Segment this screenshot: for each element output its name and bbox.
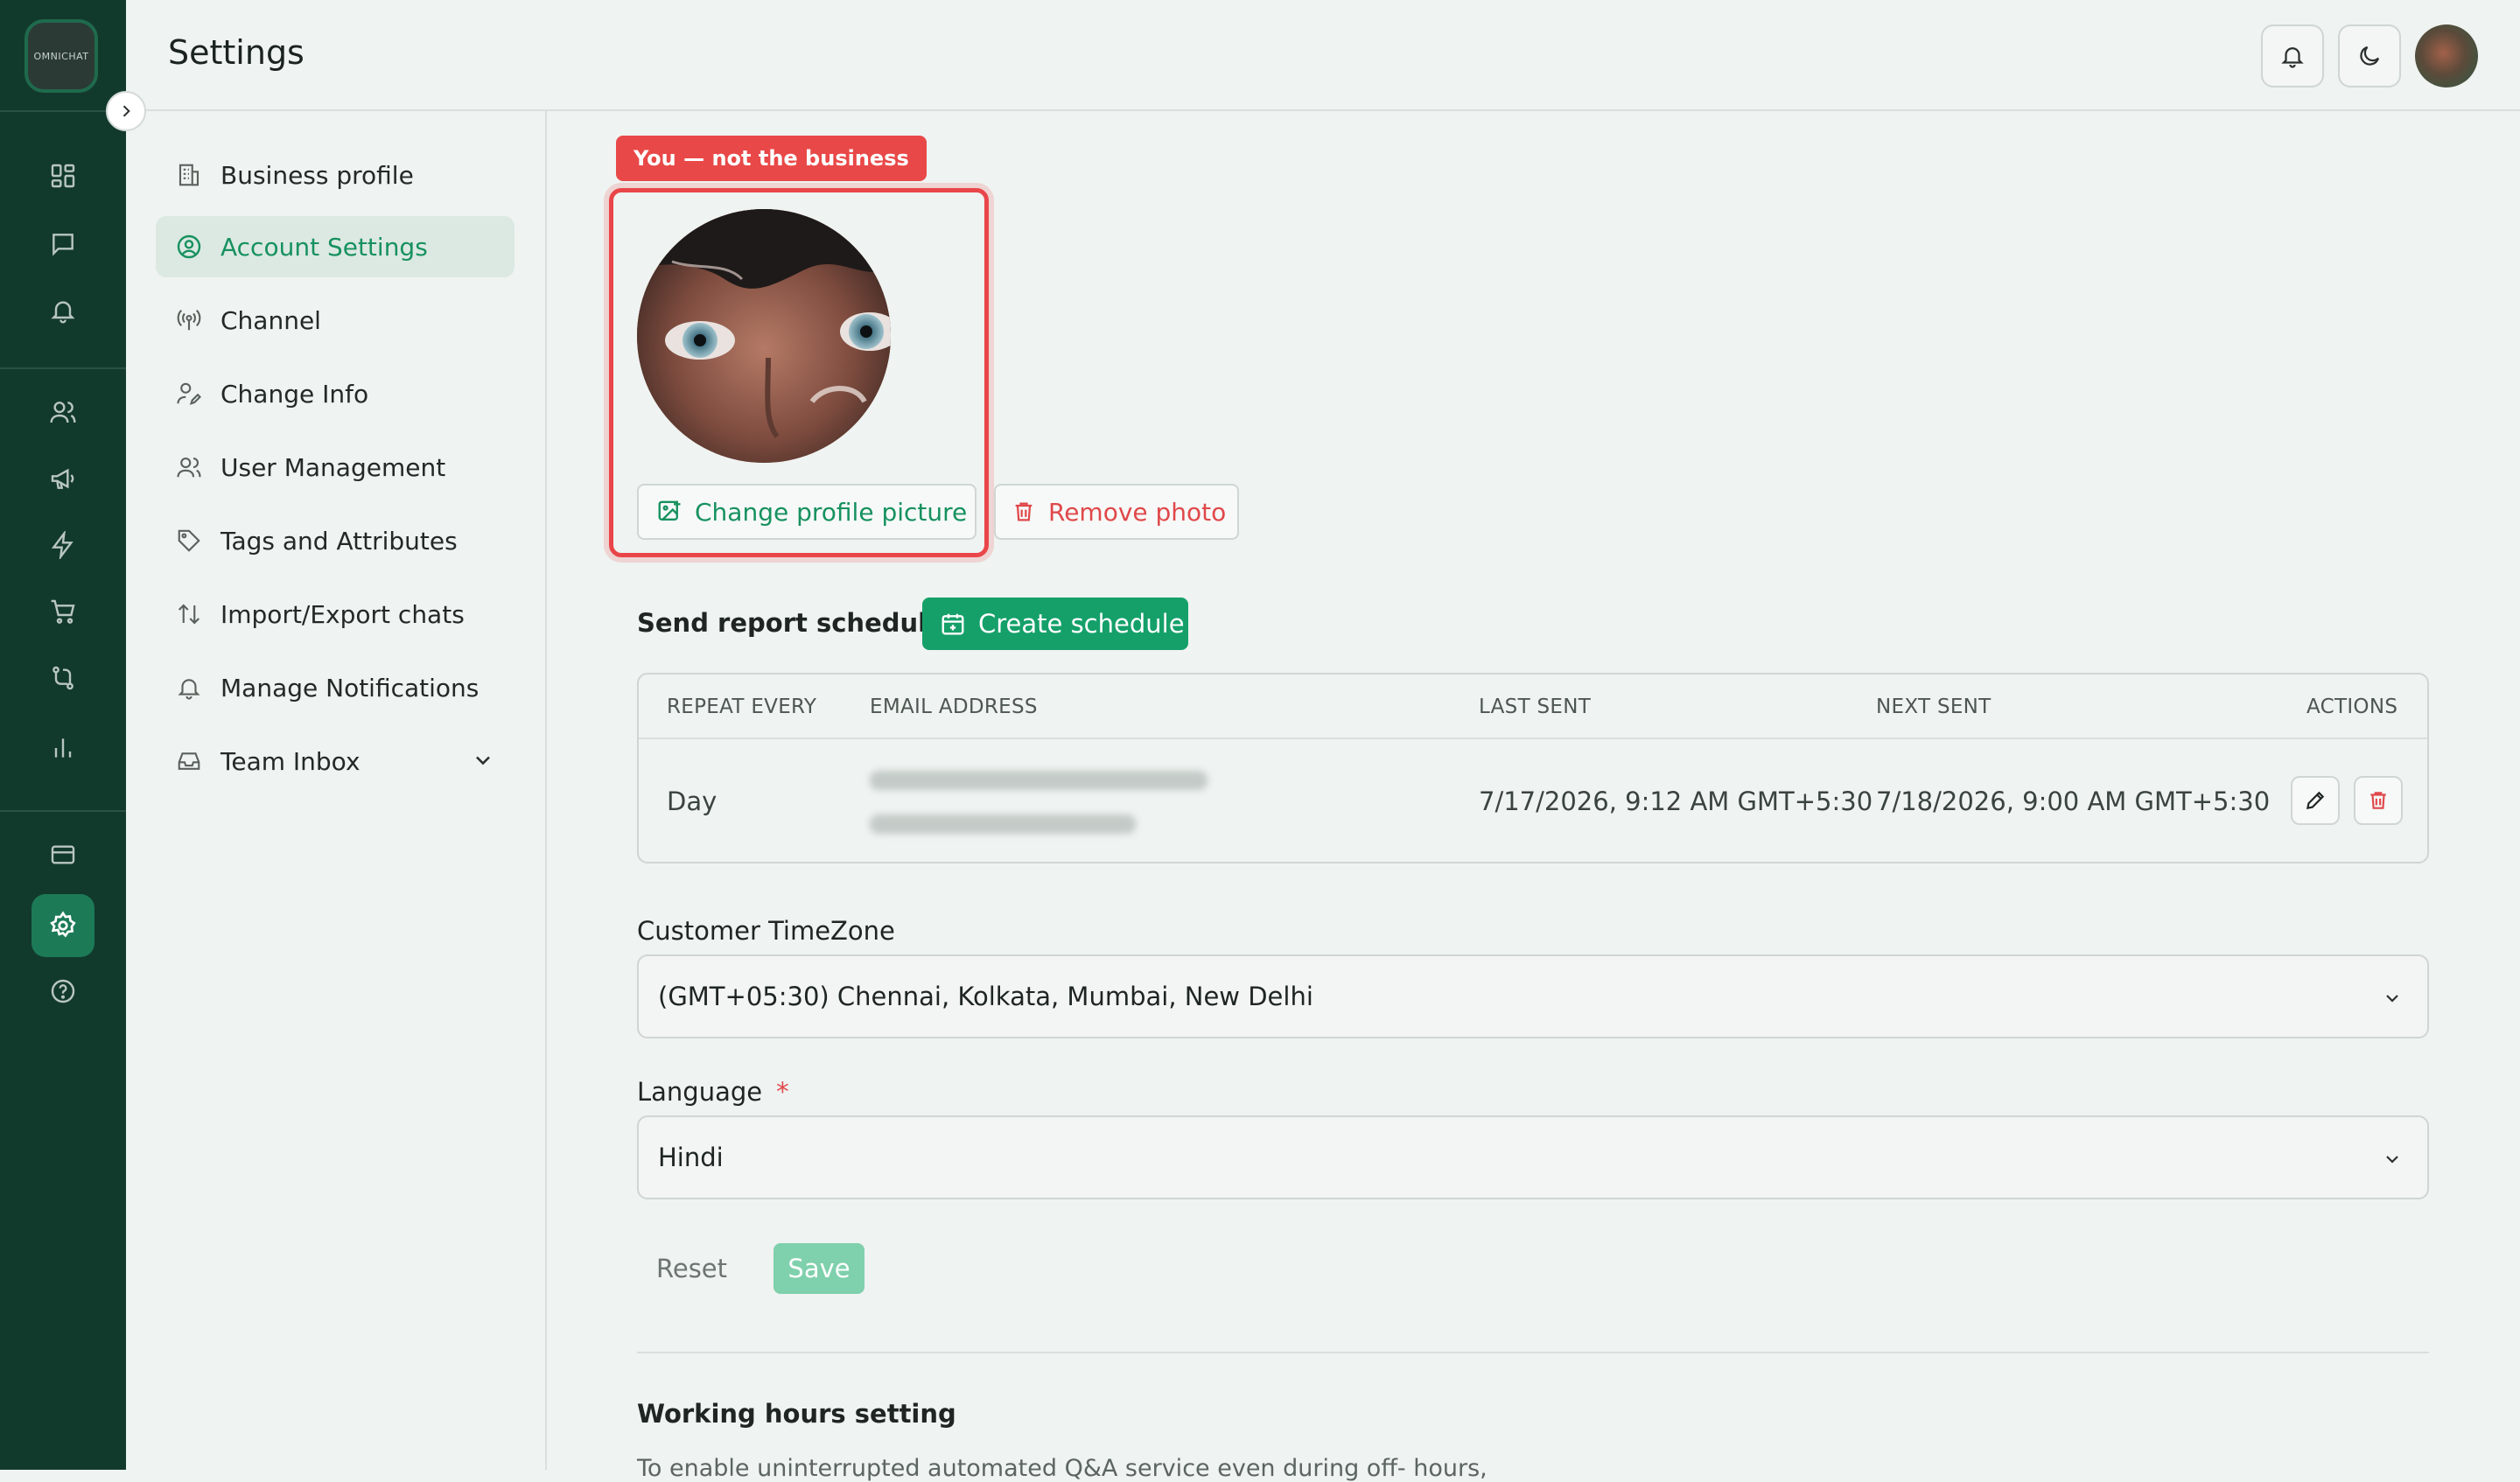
bell-icon[interactable] bbox=[41, 289, 85, 332]
create-schedule-button[interactable]: Create schedule bbox=[922, 598, 1188, 650]
flow-icon[interactable] bbox=[41, 656, 85, 700]
nav-item-change-info[interactable]: Change Info bbox=[156, 363, 514, 424]
user-edit-icon bbox=[173, 378, 205, 409]
nav-item-import-export[interactable]: Import/Export chats bbox=[156, 584, 514, 645]
section-divider bbox=[637, 1352, 2429, 1353]
broadcast-icon bbox=[173, 304, 205, 336]
card-icon[interactable] bbox=[41, 833, 85, 877]
column-repeat-every: REPEAT EVERY bbox=[667, 696, 817, 718]
chevron-down-icon bbox=[2382, 1149, 2403, 1170]
language-select[interactable]: Hindi bbox=[637, 1115, 2429, 1199]
required-marker: * bbox=[776, 1077, 789, 1107]
profile-owner-badge: You — not the business bbox=[616, 136, 927, 181]
change-profile-picture-button[interactable]: Change profile picture bbox=[637, 484, 976, 540]
inbox-icon bbox=[173, 745, 205, 777]
save-button[interactable]: Save bbox=[774, 1243, 864, 1294]
nav-item-account-settings[interactable]: Account Settings bbox=[156, 216, 514, 277]
remove-photo-button[interactable]: Remove photo bbox=[994, 484, 1239, 540]
language-label: Language * bbox=[637, 1077, 789, 1107]
image-plus-icon bbox=[658, 500, 681, 521]
building-icon bbox=[173, 159, 205, 191]
gear-icon[interactable] bbox=[32, 894, 94, 957]
working-hours-title: Working hours setting bbox=[637, 1399, 956, 1429]
cart-icon[interactable] bbox=[41, 590, 85, 633]
dashboard-icon[interactable] bbox=[41, 154, 85, 198]
nav-item-team-inbox[interactable]: Team Inbox bbox=[156, 731, 514, 792]
bell-icon bbox=[173, 672, 205, 703]
trash-icon bbox=[2370, 792, 2386, 809]
users-icon bbox=[173, 451, 205, 483]
trash-icon bbox=[1015, 502, 1032, 521]
tag-icon bbox=[173, 525, 205, 556]
page-title: Settings bbox=[168, 33, 304, 72]
app-logo[interactable]: OMNICHAT bbox=[24, 19, 98, 93]
user-circle-icon bbox=[173, 231, 205, 262]
notifications-button[interactable] bbox=[2261, 24, 2324, 87]
arrows-updown-icon bbox=[173, 598, 205, 630]
chat-icon[interactable] bbox=[41, 222, 85, 266]
column-next-sent: NEXT SENT bbox=[1876, 696, 1992, 718]
repeat-cell: Day bbox=[667, 786, 718, 816]
moon-icon bbox=[2360, 45, 2380, 66]
delete-schedule-button[interactable] bbox=[2354, 776, 2403, 825]
table-header: REPEAT EVERY EMAIL ADDRESS LAST SENT NEX… bbox=[639, 675, 2427, 739]
nav-item-tags-attributes[interactable]: Tags and Attributes bbox=[156, 510, 514, 571]
nav-item-channel[interactable]: Channel bbox=[156, 290, 514, 351]
profile-picture bbox=[637, 209, 891, 463]
lightning-icon[interactable] bbox=[41, 523, 85, 567]
working-hours-description: To enable uninterrupted automated Q&A se… bbox=[637, 1455, 1488, 1482]
chevron-down-icon bbox=[2382, 988, 2403, 1009]
account-settings-panel: You — not the business Change profile pi… bbox=[548, 111, 2520, 1482]
bar-chart-icon[interactable] bbox=[41, 726, 85, 770]
nav-item-user-management[interactable]: User Management bbox=[156, 437, 514, 498]
report-schedule-label: Send report schedule: bbox=[637, 608, 955, 638]
chevron-down-icon[interactable] bbox=[471, 748, 495, 772]
column-email-address: EMAIL ADDRESS bbox=[870, 696, 1038, 718]
report-schedule-table: REPEAT EVERY EMAIL ADDRESS LAST SENT NEX… bbox=[637, 673, 2429, 863]
top-header: Settings bbox=[126, 0, 2520, 111]
nav-item-manage-notifications[interactable]: Manage Notifications bbox=[156, 657, 514, 718]
collapse-sidebar-button[interactable] bbox=[106, 91, 146, 131]
timezone-select[interactable]: (GMT+05:30) Chennai, Kolkata, Mumbai, Ne… bbox=[637, 954, 2429, 1038]
nav-item-business-profile[interactable]: Business profile bbox=[156, 144, 514, 206]
settings-nav: Business profile Account Settings Channe… bbox=[126, 111, 547, 1470]
edit-schedule-button[interactable] bbox=[2291, 776, 2340, 825]
timezone-label: Customer TimeZone bbox=[637, 916, 895, 946]
rail-divider bbox=[0, 367, 126, 369]
calendar-plus-icon bbox=[942, 613, 964, 635]
email-redacted bbox=[870, 814, 1136, 834]
megaphone-icon[interactable] bbox=[41, 457, 85, 500]
pencil-icon bbox=[2306, 791, 2325, 810]
theme-toggle-button[interactable] bbox=[2338, 24, 2401, 87]
next-sent-cell: 7/18/2026, 9:00 AM GMT+5:30 bbox=[1876, 786, 2271, 816]
rail-divider bbox=[0, 810, 126, 812]
email-redacted bbox=[870, 771, 1208, 790]
user-avatar[interactable] bbox=[2415, 24, 2478, 87]
column-last-sent: LAST SENT bbox=[1479, 696, 1592, 718]
left-rail: OMNICHAT bbox=[0, 0, 126, 1470]
help-icon[interactable] bbox=[41, 969, 85, 1013]
users-icon[interactable] bbox=[41, 390, 85, 434]
reset-button[interactable]: Reset bbox=[656, 1254, 727, 1283]
bell-icon bbox=[2281, 47, 2304, 68]
column-actions: ACTIONS bbox=[2306, 696, 2398, 718]
last-sent-cell: 7/17/2026, 9:12 AM GMT+5:30 bbox=[1479, 786, 1873, 816]
